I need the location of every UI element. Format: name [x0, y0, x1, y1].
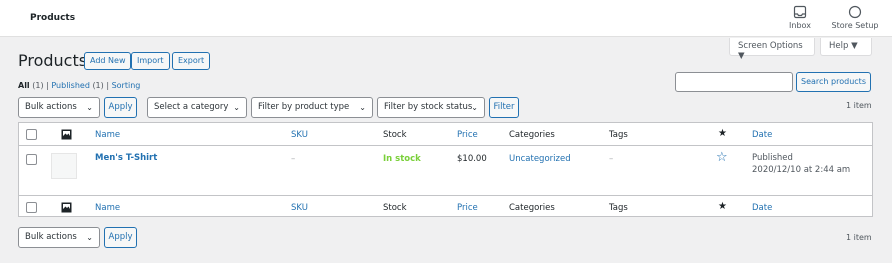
- inbox-icon: [793, 5, 807, 19]
- item-count-bottom: 1 item: [846, 233, 872, 242]
- stock-status-select[interactable]: Filter by stock status ⌄: [377, 97, 485, 118]
- category-value: Select a category: [154, 102, 229, 112]
- view-filters: All (1) | Published (1) | Sorting: [18, 81, 140, 90]
- store-setup-label: Store Setup: [831, 21, 879, 30]
- view-separator: |: [46, 81, 49, 90]
- product-category-link[interactable]: Uncategorized: [509, 154, 571, 164]
- row-checkbox[interactable]: [26, 154, 37, 165]
- bulk-actions-value: Bulk actions: [25, 102, 77, 112]
- column-name-footer[interactable]: Name: [95, 203, 120, 213]
- star-icon[interactable]: ★: [718, 128, 727, 139]
- star-icon[interactable]: ★: [718, 201, 727, 212]
- inbox-label: Inbox: [789, 21, 811, 30]
- top-bar: Products Inbox Store Setup: [0, 0, 892, 37]
- add-new-button[interactable]: Add New: [84, 52, 132, 70]
- product-date-status: Published: [752, 153, 793, 163]
- view-published[interactable]: Published: [51, 81, 90, 90]
- product-price: $10.00: [457, 154, 487, 164]
- products-table: Name SKU Stock Price Categories Tags ★ D…: [18, 122, 873, 217]
- store-setup-button[interactable]: Store Setup: [830, 5, 880, 30]
- inbox-button[interactable]: Inbox: [786, 5, 814, 30]
- select-all-checkbox[interactable]: [26, 129, 37, 140]
- select-all-checkbox-footer[interactable]: [26, 202, 37, 213]
- column-tags-footer: Tags: [609, 203, 628, 213]
- circle-icon: [848, 5, 862, 19]
- column-price-footer[interactable]: Price: [457, 203, 478, 213]
- filter-button[interactable]: Filter: [489, 97, 519, 118]
- page-title: Products: [18, 51, 88, 70]
- search-products-button[interactable]: Search products: [796, 72, 871, 92]
- star-outline-icon[interactable]: ☆: [716, 150, 728, 165]
- column-price[interactable]: Price: [457, 130, 478, 140]
- bulk-actions-select-bottom[interactable]: Bulk actions ⌄: [18, 227, 100, 248]
- category-select[interactable]: Select a category ⌄: [147, 97, 247, 118]
- import-button[interactable]: Import: [131, 52, 170, 70]
- column-name[interactable]: Name: [95, 130, 120, 140]
- screen-options-button[interactable]: Screen Options ▼: [729, 38, 815, 61]
- chevron-down-icon: ⌄: [233, 103, 240, 112]
- image-icon: [61, 129, 72, 140]
- product-date-value: 2020/12/10 at 2:44 am: [752, 165, 851, 175]
- export-button[interactable]: Export: [172, 52, 211, 70]
- view-published-count: (1): [92, 81, 104, 90]
- column-tags: Tags: [609, 130, 628, 140]
- column-date[interactable]: Date: [752, 130, 772, 140]
- image-icon: [61, 202, 72, 213]
- product-sku: –: [291, 154, 296, 164]
- chevron-down-icon: ⌄: [86, 103, 93, 112]
- column-categories: Categories: [509, 130, 555, 140]
- chevron-down-icon: ⌄: [86, 233, 93, 242]
- divider: [19, 195, 872, 196]
- product-tags: –: [609, 154, 614, 164]
- chevron-down-icon: ⌄: [471, 103, 478, 112]
- column-date-footer[interactable]: Date: [752, 203, 772, 213]
- bulk-actions-select[interactable]: Bulk actions ⌄: [18, 97, 100, 118]
- bulk-actions-value: Bulk actions: [25, 232, 77, 242]
- breadcrumb: Products: [30, 13, 76, 23]
- column-stock: Stock: [383, 130, 407, 140]
- product-thumbnail[interactable]: [51, 153, 77, 179]
- item-count: 1 item: [846, 101, 872, 110]
- view-all-count: (1): [32, 81, 44, 90]
- apply-button[interactable]: Apply: [104, 97, 137, 118]
- product-type-value: Filter by product type: [258, 102, 350, 112]
- divider: [19, 145, 872, 146]
- view-all[interactable]: All: [18, 81, 30, 90]
- view-sorting[interactable]: Sorting: [112, 81, 141, 90]
- column-categories-footer: Categories: [509, 203, 555, 213]
- search-input[interactable]: [675, 72, 793, 92]
- product-stock: In stock: [383, 154, 421, 164]
- view-separator: |: [106, 81, 110, 90]
- apply-button-bottom[interactable]: Apply: [104, 227, 137, 248]
- product-type-select[interactable]: Filter by product type ⌄: [251, 97, 373, 118]
- product-name-link[interactable]: Men's T-Shirt: [95, 153, 157, 163]
- chevron-down-icon: ⌄: [359, 103, 366, 112]
- column-sku[interactable]: SKU: [291, 130, 308, 140]
- stock-status-value: Filter by stock status: [384, 102, 473, 112]
- help-button[interactable]: Help ▼: [820, 38, 872, 56]
- column-stock-footer: Stock: [383, 203, 407, 213]
- column-sku-footer[interactable]: SKU: [291, 203, 308, 213]
